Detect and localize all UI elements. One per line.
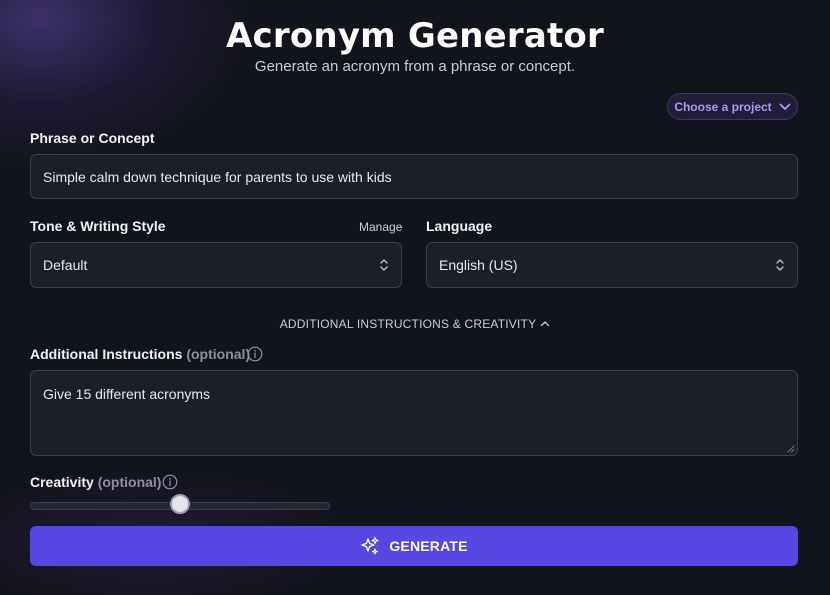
instructions-textarea-value: Give 15 different acronyms: [43, 386, 211, 402]
phrase-label: Phrase or Concept: [30, 130, 155, 146]
phrase-input-value: Simple calm down technique for parents t…: [43, 168, 392, 185]
additional-instructions-toggle[interactable]: ADDITIONAL INSTRUCTIONS & CREATIVITY: [0, 317, 830, 331]
language-label: Language: [426, 218, 493, 234]
phrase-input[interactable]: Simple calm down technique for parents t…: [30, 154, 798, 199]
page-title: Acronym Generator: [226, 16, 604, 56]
chevron-down-icon: [779, 103, 791, 110]
page-header: Acronym Generator Generate an acronym fr…: [0, 14, 830, 76]
manage-tone-link[interactable]: Manage: [359, 220, 402, 234]
language-select-value: English (US): [439, 257, 518, 273]
creativity-optional-tag: (optional): [97, 474, 162, 490]
info-icon[interactable]: [247, 346, 263, 362]
tone-select[interactable]: Default: [30, 242, 402, 288]
page-subtitle: Generate an acronym from a phrase or con…: [254, 58, 576, 75]
instructions-label: Additional Instructions (optional): [30, 346, 250, 362]
instructions-label-text: Additional Instructions: [30, 346, 183, 362]
info-icon[interactable]: [162, 474, 178, 490]
chevron-up-down-icon: [776, 259, 784, 271]
instructions-optional-tag: (optional): [186, 346, 251, 362]
generate-button[interactable]: GENERATE: [30, 526, 798, 566]
creativity-slider-thumb[interactable]: [170, 494, 190, 514]
chevron-up-icon: [541, 321, 550, 327]
language-select[interactable]: English (US): [426, 242, 798, 288]
sparkles-icon: [361, 536, 379, 555]
resize-handle-icon[interactable]: [787, 445, 795, 453]
chevron-up-down-icon: [380, 259, 388, 271]
choose-project-button[interactable]: Choose a project: [667, 93, 798, 120]
choose-project-label: Choose a project: [674, 99, 772, 114]
creativity-label: Creativity (optional): [30, 474, 161, 490]
generate-button-label: GENERATE: [389, 538, 468, 554]
creativity-label-text: Creativity: [30, 474, 94, 490]
instructions-textarea[interactable]: Give 15 different acronyms: [30, 370, 798, 456]
tone-select-value: Default: [43, 257, 88, 273]
additional-instructions-toggle-label: ADDITIONAL INSTRUCTIONS & CREATIVITY: [279, 317, 537, 331]
tone-label: Tone & Writing Style: [30, 218, 166, 234]
